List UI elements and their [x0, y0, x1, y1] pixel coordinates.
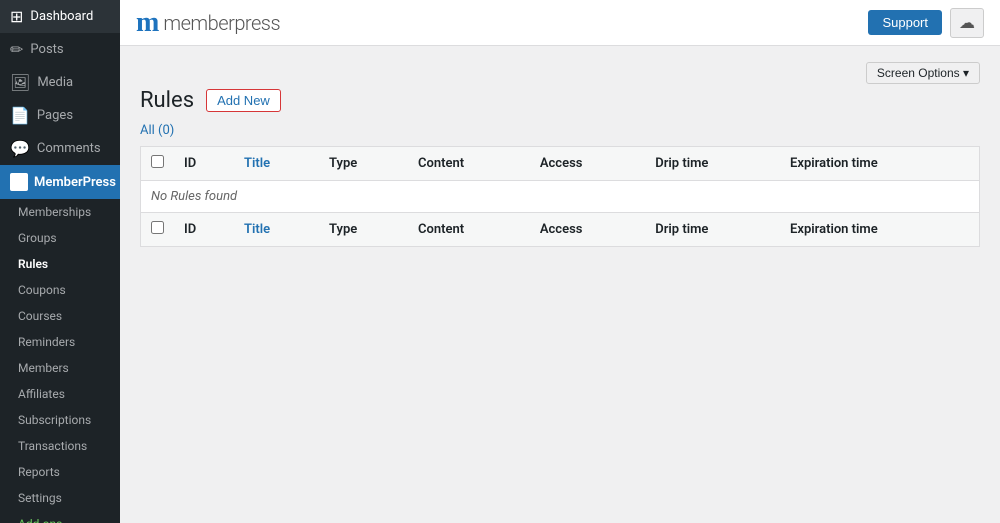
sidebar-item-affiliates[interactable]: Affiliates	[0, 381, 120, 407]
comments-icon: 💬	[10, 139, 30, 158]
memberpress-label: MemberPress	[34, 175, 116, 190]
page-title: Rules	[140, 88, 194, 113]
sidebar-item-comments[interactable]: 💬 Comments	[0, 132, 120, 165]
screen-options-button[interactable]: Screen Options ▾	[866, 62, 980, 84]
media-icon: 🖼	[10, 73, 30, 92]
sidebar-label-dashboard: Dashboard	[30, 9, 93, 24]
tfoot-type: Type	[319, 213, 408, 247]
logo: m memberpress	[136, 7, 280, 39]
sidebar-item-settings[interactable]: Settings	[0, 485, 120, 511]
th-access: Access	[530, 147, 645, 181]
sidebar-item-reminders[interactable]: Reminders	[0, 329, 120, 355]
sidebar-item-media[interactable]: 🖼 Media	[0, 66, 120, 99]
cloud-button[interactable]: ☁	[950, 8, 984, 38]
tfoot-content: Content	[408, 213, 530, 247]
sidebar-item-addons[interactable]: Add-ons	[0, 511, 120, 523]
tfoot-expiration-time: Expiration time	[780, 213, 979, 247]
no-items-cell: No Rules found	[141, 181, 980, 213]
tfoot-access: Access	[530, 213, 645, 247]
sidebar-item-reports[interactable]: Reports	[0, 459, 120, 485]
memberpress-section-header: MemberPress	[0, 165, 120, 199]
page-title-row: Rules Add New	[140, 88, 980, 113]
th-drip-time: Drip time	[645, 147, 780, 181]
sidebar-label-pages: Pages	[37, 108, 73, 123]
table-header-row: ID Title Type Content Access Drip time E…	[141, 147, 980, 181]
dashboard-icon: ⊞	[10, 7, 23, 26]
memberpress-icon	[10, 173, 28, 191]
support-button[interactable]: Support	[868, 10, 942, 35]
sidebar-item-transactions[interactable]: Transactions	[0, 433, 120, 459]
tfoot-title-link[interactable]: Title	[244, 222, 270, 237]
th-type: Type	[319, 147, 408, 181]
logo-text: memberpress	[163, 11, 280, 35]
tfoot-title: Title	[234, 213, 319, 247]
sidebar-label-posts: Posts	[30, 42, 63, 57]
th-checkbox	[141, 147, 175, 181]
select-all-checkbox-footer[interactable]	[151, 221, 164, 234]
filter-all-link[interactable]: All (0)	[140, 123, 174, 138]
sidebar: ⊞ Dashboard ✏ Posts 🖼 Media 📄 Pages 💬 Co…	[0, 0, 120, 523]
select-all-checkbox[interactable]	[151, 155, 164, 168]
filter-count: (0)	[158, 123, 174, 138]
th-content: Content	[408, 147, 530, 181]
sidebar-item-rules[interactable]: Rules	[0, 251, 120, 277]
cloud-icon: ☁	[959, 13, 975, 32]
tfoot-drip-time: Drip time	[645, 213, 780, 247]
sidebar-item-groups[interactable]: Groups	[0, 225, 120, 251]
topbar: m memberpress Support ☁	[120, 0, 1000, 46]
th-id: ID	[174, 147, 234, 181]
filter-row: All (0)	[140, 123, 980, 138]
th-title: Title	[234, 147, 319, 181]
sidebar-item-memberships[interactable]: Memberships	[0, 199, 120, 225]
sidebar-item-subscriptions[interactable]: Subscriptions	[0, 407, 120, 433]
rules-table: ID Title Type Content Access Drip time E…	[140, 146, 980, 247]
th-title-link[interactable]: Title	[244, 156, 270, 171]
sidebar-item-members[interactable]: Members	[0, 355, 120, 381]
sidebar-item-pages[interactable]: 📄 Pages	[0, 99, 120, 132]
pages-icon: 📄	[10, 106, 30, 125]
sidebar-item-coupons[interactable]: Coupons	[0, 277, 120, 303]
filter-all-text: All	[140, 123, 155, 138]
main-area: m memberpress Support ☁ Screen Options ▾…	[120, 0, 1000, 523]
table-footer-row: ID Title Type Content Access Drip time E…	[141, 213, 980, 247]
add-new-button[interactable]: Add New	[206, 89, 281, 112]
th-expiration-time: Expiration time	[780, 147, 979, 181]
screen-options-row: Screen Options ▾	[140, 62, 980, 84]
posts-icon: ✏	[10, 40, 23, 59]
tfoot-checkbox	[141, 213, 175, 247]
sidebar-label-comments: Comments	[37, 141, 101, 156]
sidebar-item-courses[interactable]: Courses	[0, 303, 120, 329]
sidebar-item-dashboard[interactable]: ⊞ Dashboard	[0, 0, 120, 33]
tfoot-id: ID	[174, 213, 234, 247]
topbar-actions: Support ☁	[868, 8, 984, 38]
no-items-row: No Rules found	[141, 181, 980, 213]
content-area: Screen Options ▾ Rules Add New All (0) I…	[120, 46, 1000, 523]
sidebar-label-media: Media	[37, 75, 73, 90]
sidebar-item-posts[interactable]: ✏ Posts	[0, 33, 120, 66]
logo-m: m	[136, 7, 159, 39]
